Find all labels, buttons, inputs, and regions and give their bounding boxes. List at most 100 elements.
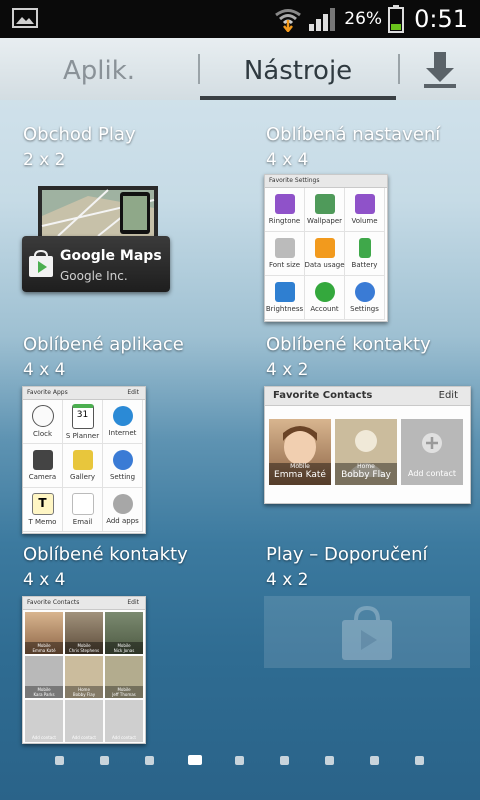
apps-grid: Clock 31 S Planner Internet Camera Galler…	[23, 400, 145, 532]
page-dot[interactable]	[55, 756, 64, 765]
contact-name: Emma Katé	[32, 648, 56, 653]
grid-item-gallery[interactable]: Gallery	[63, 444, 103, 488]
widget-title: Oblíbené kontakty	[266, 334, 431, 355]
contact-tile[interactable]: Mobile Emma Katé	[25, 612, 63, 654]
grid-item-label: Settings	[350, 305, 379, 313]
contact-tile[interactable]: Mobile Jeff Thomas	[105, 656, 143, 698]
card-header-title: Favorite Contacts	[273, 390, 373, 401]
page-dot-active[interactable]	[188, 755, 202, 765]
page-dot[interactable]	[100, 756, 109, 765]
status-bar: 26% 0:51	[0, 0, 480, 38]
contact-label: Mobile Emma Katé	[269, 463, 331, 485]
card-header: Favorite Apps Edit	[23, 387, 145, 400]
contact-label: Mobile Jeff Thomas	[105, 686, 143, 698]
grid-item-wallpaper[interactable]: Wallpaper	[305, 188, 345, 232]
plus-icon	[112, 494, 133, 514]
edit-link[interactable]: Edit	[127, 387, 139, 399]
brightness-icon	[274, 282, 295, 302]
page-dot[interactable]	[415, 756, 424, 765]
grid-item-label: Camera	[28, 473, 57, 481]
add-contact-tile[interactable]: Add contact	[105, 700, 143, 742]
download-icon	[424, 52, 456, 88]
card-header: Favorite Settings	[265, 175, 387, 188]
grid-item-label: Email	[72, 518, 93, 526]
widget-size: 4 x 4	[266, 150, 309, 170]
grid-item-label: Internet	[108, 429, 137, 437]
add-contact-tile[interactable]: Add contact	[65, 700, 103, 742]
grid-item-email[interactable]: Email	[63, 488, 103, 532]
contact-tile[interactable]: Home Bobby Flay	[335, 419, 397, 485]
grid-item-label: Data usage	[304, 261, 345, 269]
contact-label: Mobile Kara Parks	[25, 686, 63, 698]
volume-icon	[354, 194, 375, 214]
download-button[interactable]	[400, 38, 480, 100]
contact-name: Chris Stephens	[68, 648, 100, 653]
grid-item-s-planner[interactable]: 31 S Planner	[63, 400, 103, 444]
widget-title: Obchod Play	[23, 124, 136, 145]
widget-preview-favorite-contacts-large[interactable]: Favorite Contacts Edit Mobile Emma Katé …	[22, 596, 146, 744]
data-usage-icon	[314, 238, 335, 258]
grid-item-add-apps[interactable]: Add apps	[103, 488, 143, 532]
contact-label: Home Bobby Flay	[65, 686, 103, 698]
wallpaper-icon	[314, 194, 335, 214]
contact-name: Bobby Flay	[72, 692, 96, 697]
gallery-icon	[72, 450, 93, 470]
widget-title: Oblíbené kontakty	[23, 544, 188, 565]
grid-item-label: Gallery	[70, 473, 95, 481]
grid-item-data-usage[interactable]: Data usage	[304, 232, 345, 276]
contact-tag: Mobile	[290, 463, 310, 470]
contact-tile[interactable]: Mobile Kara Parks	[25, 656, 63, 698]
grid-item-t-memo[interactable]: T T Memo	[23, 488, 63, 532]
add-contact-label: Add contact	[408, 469, 456, 478]
widget-preview-favorite-settings[interactable]: Favorite Settings Ringtone Wallpaper Vol…	[264, 174, 388, 322]
grid-item-clock[interactable]: Clock	[23, 400, 63, 444]
edit-link[interactable]: Edit	[127, 597, 139, 609]
grid-item-account[interactable]: Account	[305, 276, 345, 320]
add-contact-label: Add contact	[112, 735, 136, 740]
contact-tile[interactable]: Home Bobby Flay	[65, 656, 103, 698]
grid-item-camera[interactable]: Camera	[23, 444, 63, 488]
card-header-title: Favorite Contacts	[27, 599, 80, 606]
page-dot[interactable]	[370, 756, 379, 765]
app-name: Google Maps	[60, 248, 162, 264]
add-contact-tile[interactable]: Add contact	[25, 700, 63, 742]
signal-icon	[309, 8, 336, 31]
grid-item-battery[interactable]: Battery	[345, 232, 385, 276]
contact-tile[interactable]: Mobile Chris Stephens	[65, 612, 103, 654]
memo-icon: T	[31, 493, 54, 515]
tab-widgets[interactable]: Nástroje	[200, 38, 396, 100]
tab-apps[interactable]: Aplik.	[0, 38, 198, 100]
add-contact-tile[interactable]: Add contact	[401, 419, 463, 485]
contact-label: Mobile Emma Katé	[25, 642, 63, 654]
grid-item-setting[interactable]: Setting	[103, 444, 143, 488]
grid-item-brightness[interactable]: Brightness	[265, 276, 305, 320]
widget-size: 4 x 2	[266, 360, 309, 380]
widget-preview-play-store[interactable]: Google Maps Google Inc.	[22, 186, 172, 294]
camera-icon	[32, 450, 53, 470]
contact-tile[interactable]: Mobile Nick Jonas	[105, 612, 143, 654]
edit-link[interactable]: Edit	[439, 387, 458, 405]
page-dot[interactable]	[235, 756, 244, 765]
page-dot[interactable]	[145, 756, 154, 765]
widget-size: 4 x 4	[23, 360, 66, 380]
grid-item-label: T Memo	[28, 518, 57, 526]
widget-preview-play-recommendations[interactable]	[264, 596, 470, 668]
email-icon	[71, 493, 94, 515]
grid-item-font-size[interactable]: Font size	[265, 232, 305, 276]
grid-item-volume[interactable]: Volume	[345, 188, 385, 232]
app-developer: Google Inc.	[60, 269, 128, 283]
clock-time: 0:51	[414, 5, 468, 33]
page-dot[interactable]	[325, 756, 334, 765]
grid-item-settings[interactable]: Settings	[345, 276, 385, 320]
grid-item-internet[interactable]: Internet	[103, 400, 143, 444]
card-header-title: Favorite Settings	[269, 177, 320, 184]
page-dot[interactable]	[280, 756, 289, 765]
contact-tile[interactable]: Mobile Emma Katé	[269, 419, 331, 485]
grid-item-ringtone[interactable]: Ringtone	[265, 188, 305, 232]
contact-label: Mobile Chris Stephens	[65, 642, 103, 654]
grid-item-label: Wallpaper	[306, 217, 342, 225]
gear-icon	[112, 450, 133, 470]
grid-item-label: S Planner	[65, 431, 100, 440]
widget-preview-favorite-apps[interactable]: Favorite Apps Edit Clock 31 S Planner Int…	[22, 386, 146, 534]
contacts-grid: Mobile Emma Katé Mobile Chris Stephens M…	[23, 610, 145, 744]
